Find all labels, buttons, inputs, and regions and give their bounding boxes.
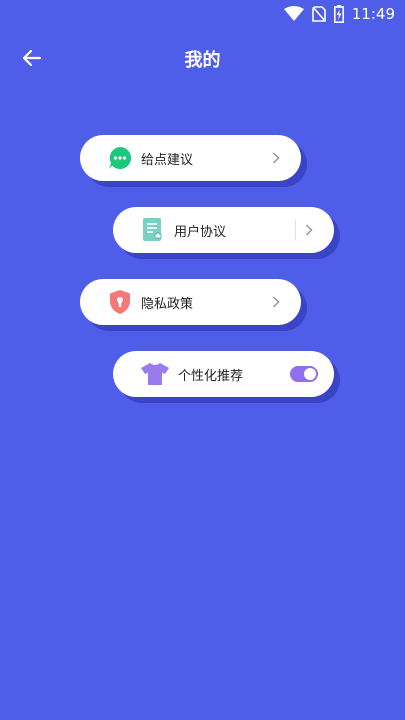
chevron-right-icon bbox=[269, 295, 283, 309]
battery-charging-icon bbox=[333, 5, 344, 23]
menu-item-label: 用户协议 bbox=[174, 224, 227, 240]
wifi-icon bbox=[283, 6, 304, 22]
status-time: 11:49 bbox=[351, 5, 395, 23]
menu-item-feedback[interactable]: 给点建议 bbox=[80, 135, 301, 181]
personalized-recommendation-toggle[interactable] bbox=[290, 366, 318, 382]
chevron-right-icon bbox=[302, 223, 316, 237]
page-title: 我的 bbox=[184, 50, 221, 71]
menu-item-label: 个性化推荐 bbox=[178, 368, 244, 384]
menu-item-label: 给点建议 bbox=[141, 152, 194, 168]
menu-item-user-agreement[interactable]: 用户协议 bbox=[113, 207, 334, 253]
document-icon bbox=[140, 217, 166, 243]
tshirt-icon bbox=[140, 361, 170, 387]
menu-item-label: 隐私政策 bbox=[141, 296, 194, 312]
chevron-right-icon bbox=[269, 151, 283, 165]
app-bar: 我的 bbox=[0, 40, 405, 78]
menu-item-privacy-policy[interactable]: 隐私政策 bbox=[80, 279, 301, 325]
toggle-knob bbox=[304, 368, 316, 380]
no-sim-icon bbox=[311, 6, 326, 22]
chevron-divider bbox=[295, 220, 296, 240]
chat-bubble-icon bbox=[107, 145, 133, 171]
menu-item-personalized-recommendation[interactable]: 个性化推荐 bbox=[113, 351, 334, 397]
status-bar: 11:49 bbox=[0, 0, 405, 28]
shield-icon bbox=[107, 289, 133, 315]
